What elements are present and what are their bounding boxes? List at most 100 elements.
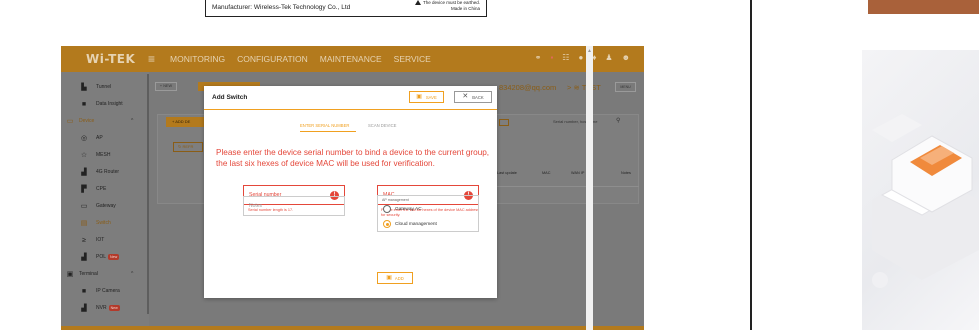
- sidebar-group-label: Terminal: [79, 271, 98, 277]
- back-label: BACK: [472, 94, 484, 100]
- hamburger-menu-icon[interactable]: ≡: [148, 52, 155, 66]
- link-icon[interactable]: ⚭: [535, 53, 542, 62]
- sidebar-item-4g-router[interactable]: ▟ 4G Router: [80, 166, 119, 178]
- save-label: SAVE: [425, 94, 437, 100]
- bg-new-button: + NEW: [155, 82, 177, 91]
- tab-enter-serial-number[interactable]: ENTER SERIAL NUMBER: [300, 123, 349, 128]
- brown-banner: [868, 0, 979, 14]
- back-button[interactable]: ✕ BACK: [454, 91, 492, 103]
- radio-cloud-management[interactable]: Cloud management: [383, 220, 437, 228]
- app-scrollbar[interactable]: ▲: [586, 46, 593, 330]
- notes-field[interactable]: Notes: [243, 196, 345, 216]
- earth-warning-text: The device must be earthed.: [422, 0, 480, 5]
- people-icon[interactable]: ♟: [605, 53, 612, 62]
- bg-th-wan-ip: WAN IP: [571, 171, 585, 175]
- list-icon[interactable]: ☷: [562, 53, 569, 62]
- radio-checked-icon[interactable]: [383, 220, 391, 228]
- modal-header-divider: [204, 109, 497, 110]
- sidebar-item-label: 4G Router: [96, 169, 120, 175]
- sidebar-item-gateway[interactable]: ▭ Gateway: [80, 200, 116, 212]
- sidebar-group-device[interactable]: ▭ Device: [66, 115, 95, 127]
- radio-label: Cloud management: [395, 221, 437, 227]
- chat-icon[interactable]: ●: [578, 53, 583, 62]
- sidebar-item-label: NVR: [96, 305, 107, 311]
- sidebar-group-terminal[interactable]: ▣ Terminal: [66, 268, 98, 280]
- data-insight-icon: ■: [81, 100, 87, 108]
- tab-scan-device[interactable]: SCAN DEVICE: [368, 123, 396, 128]
- tunnel-icon: ▙: [81, 84, 87, 91]
- sidebar-item-pol[interactable]: ▟ POL New: [80, 251, 120, 263]
- new-badge: New: [108, 254, 120, 260]
- laptop-illustration-icon: [872, 114, 979, 288]
- terminal-icon: ▣: [66, 271, 74, 278]
- active-tab-underline: [300, 131, 356, 132]
- modal-title: Add Switch: [212, 94, 248, 101]
- user-avatar-icon[interactable]: ☻: [622, 53, 630, 62]
- main-nav: MONITORING CONFIGURATION MAINTENANCE SER…: [170, 54, 431, 64]
- sidebar-item-cpe[interactable]: ▛ CPE: [80, 183, 106, 195]
- nav-configuration[interactable]: CONFIGURATION: [237, 54, 308, 64]
- switch-icon: ▤: [80, 220, 88, 227]
- sidebar-item-data-insight[interactable]: ■ Data Insight: [80, 98, 123, 110]
- new-badge: New: [108, 305, 120, 311]
- sidebar-item-switch[interactable]: ▤ Switch: [80, 217, 111, 229]
- sidebar-item-label: IOT: [96, 237, 105, 243]
- sidebar-item-label: AP: [96, 135, 103, 141]
- earth-warning: The device must be earthed. Made in Chin…: [414, 0, 480, 12]
- bottom-bar: [61, 326, 644, 330]
- scroll-up-icon[interactable]: ▲: [587, 48, 592, 54]
- sidebar-item-iot[interactable]: ≥ IOT: [80, 234, 104, 246]
- promo-illustration: [862, 50, 979, 330]
- notification-icon[interactable]: ▪: [550, 53, 553, 62]
- sidebar-item-label: CPE: [96, 186, 107, 192]
- add-button[interactable]: ▣ ADD: [377, 272, 413, 284]
- sidebar-item-label: POL: [96, 254, 107, 260]
- camera-icon: ■: [81, 287, 87, 295]
- bg-th-mac: MAC: [542, 171, 551, 175]
- radio-gateway-ac[interactable]: Gateway AC: [383, 205, 422, 213]
- sidebar-item-mesh[interactable]: ☆ MESH: [80, 149, 111, 161]
- sidebar-item-label: Data Insight: [96, 101, 123, 107]
- router-icon: ▟: [81, 169, 87, 176]
- witek-logo: Wi-TEK: [86, 52, 136, 66]
- nav-monitoring[interactable]: MONITORING: [170, 54, 225, 64]
- instruction-text: Please enter the device serial number to…: [216, 148, 490, 168]
- radio-unchecked-icon[interactable]: [383, 205, 391, 213]
- bg-filter-box: [499, 119, 509, 126]
- bg-wifi-label: > ≋ TEST: [567, 83, 601, 92]
- ap-management-group: AP management Gateway AC Cloud managemen…: [377, 195, 479, 232]
- sidebar-item-label: IP Camera: [96, 288, 120, 294]
- chevron-up-icon[interactable]: ^: [131, 271, 133, 277]
- monitor-icon: ▭: [66, 118, 74, 125]
- mesh-icon: ☆: [80, 152, 88, 159]
- save-button[interactable]: ▣ SAVE: [409, 91, 444, 103]
- top-icon-group: ⚭ ▪ ☷ ● ♦ ♟ ☻: [535, 53, 630, 62]
- add-switch-modal: Add Switch ▣ SAVE ✕ BACK ENTER SERIAL NU…: [204, 86, 497, 298]
- page-divider: [750, 0, 752, 330]
- sidebar-item-label: MESH: [96, 152, 111, 158]
- sidebar-item-ap[interactable]: ◎ AP: [80, 132, 103, 144]
- sidebar-item-ip-camera[interactable]: ■ IP Camera: [80, 285, 120, 297]
- ap-icon: ◎: [80, 135, 88, 142]
- nav-service[interactable]: SERVICE: [394, 54, 431, 64]
- search-icon: ⚲: [616, 118, 621, 124]
- sidebar-scrollbar[interactable]: [147, 74, 149, 314]
- bg-account-email: 834208@qq.com: [499, 83, 557, 92]
- notes-placeholder: Notes: [249, 203, 263, 209]
- sidebar-item-label: Gateway: [96, 203, 116, 209]
- device-label-strip: Manufacturer: Wireless-Tek Technology Co…: [205, 0, 487, 17]
- sidebar-group-label: Device: [79, 118, 95, 124]
- bg-th-last-update: Last update: [497, 171, 517, 175]
- sidebar-item-nvr[interactable]: ▟ NVR New: [80, 302, 120, 314]
- top-navbar: Wi-TEK ≡ MONITORING CONFIGURATION MAINTE…: [61, 46, 644, 72]
- warning-triangle-icon: [414, 0, 421, 5]
- save-icon: ▣: [416, 94, 422, 100]
- add-label: ADD: [394, 275, 404, 281]
- sidebar-item-label: Switch: [96, 220, 111, 226]
- pol-icon: ▟: [81, 254, 87, 261]
- ap-management-label: AP management: [382, 198, 409, 202]
- nav-maintenance[interactable]: MAINTENANCE: [320, 54, 382, 64]
- chevron-up-icon[interactable]: ^: [131, 118, 133, 124]
- sidebar-item-tunnel[interactable]: ▙ Tunnel: [80, 81, 111, 93]
- sidebar-item-label: Tunnel: [96, 84, 112, 90]
